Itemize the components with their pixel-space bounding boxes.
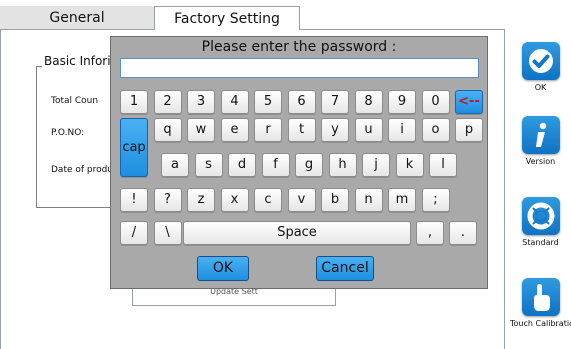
key-x[interactable]: x — [220, 188, 249, 212]
total-count-label: Total Coun — [51, 96, 99, 106]
ok-side-label: OK — [534, 83, 547, 92]
key-p[interactable]: p — [455, 118, 483, 142]
key-j[interactable]: j — [362, 153, 390, 177]
version-side-button[interactable]: Version — [510, 116, 571, 166]
key-f[interactable]: f — [261, 153, 290, 177]
key-3[interactable]: 3 — [187, 90, 215, 114]
key-e[interactable]: e — [220, 118, 249, 142]
dialog-title: Please enter the password : — [201, 39, 397, 55]
key-k[interactable]: k — [395, 153, 424, 177]
pointing-hand-icon — [521, 278, 560, 316]
key-9[interactable]: 9 — [388, 90, 416, 114]
key-o[interactable]: o — [421, 118, 450, 142]
password-input[interactable] — [120, 58, 479, 78]
key-exclaim[interactable]: ! — [120, 188, 148, 212]
key-n[interactable]: n — [354, 188, 383, 212]
lifebuoy-icon — [521, 197, 560, 235]
tab-factory-setting[interactable]: Factory Setting — [154, 6, 300, 30]
ok-side-button[interactable]: OK — [510, 42, 571, 92]
key-z[interactable]: z — [187, 188, 215, 212]
key-period[interactable]: . — [449, 221, 477, 245]
key-s[interactable]: s — [194, 153, 223, 177]
key-question[interactable]: ? — [153, 188, 182, 212]
key-cap[interactable]: cap — [120, 118, 148, 177]
key-6[interactable]: 6 — [287, 90, 316, 114]
key-4[interactable]: 4 — [220, 90, 249, 114]
key-a[interactable]: a — [161, 153, 189, 177]
key-u[interactable]: u — [354, 118, 383, 142]
date-of-production-label: Date of produ — [51, 165, 114, 175]
key-l[interactable]: l — [429, 153, 457, 177]
basic-information-title: Basic Infori — [42, 54, 113, 68]
key-y[interactable]: y — [321, 118, 349, 142]
key-semicolon[interactable]: ; — [421, 188, 450, 212]
ok-button[interactable]: OK — [197, 256, 249, 281]
touch-calibration-side-label: Touch Calibration — [510, 319, 571, 328]
check-icon — [521, 42, 560, 80]
info-icon — [521, 116, 560, 154]
key-7[interactable]: 7 — [321, 90, 349, 114]
key-1[interactable]: 1 — [120, 90, 148, 114]
key-8[interactable]: 8 — [354, 90, 383, 114]
key-2[interactable]: 2 — [153, 90, 182, 114]
key-slash[interactable]: / — [120, 221, 148, 245]
key-i[interactable]: i — [388, 118, 416, 142]
password-dialog: Please enter the password : 1 2 3 4 5 6 7 8 9 0 <-… — [110, 36, 488, 289]
tab-bar: General Factory Setting — [0, 0, 505, 30]
key-backslash[interactable]: \ — [153, 221, 182, 245]
key-q[interactable]: q — [153, 118, 182, 142]
po-no-label: P.O.NO: — [51, 128, 85, 138]
key-0[interactable]: 0 — [421, 90, 450, 114]
key-g[interactable]: g — [295, 153, 323, 177]
key-b[interactable]: b — [321, 188, 349, 212]
key-c[interactable]: c — [254, 188, 282, 212]
key-h[interactable]: h — [328, 153, 357, 177]
key-v[interactable]: v — [287, 188, 316, 212]
version-side-label: Version — [525, 157, 556, 166]
key-5[interactable]: 5 — [254, 90, 282, 114]
cancel-button[interactable]: Cancel — [316, 256, 374, 281]
key-w[interactable]: w — [187, 118, 215, 142]
key-comma[interactable]: , — [416, 221, 444, 245]
key-backspace[interactable]: <-- — [455, 90, 483, 114]
standard-side-button[interactable]: Standard — [510, 197, 571, 247]
key-d[interactable]: d — [228, 153, 256, 177]
key-t[interactable]: t — [287, 118, 316, 142]
standard-side-label: Standard — [522, 238, 559, 247]
key-m[interactable]: m — [388, 188, 416, 212]
tab-general[interactable]: General — [0, 6, 154, 30]
key-r[interactable]: r — [254, 118, 282, 142]
key-space[interactable]: Space — [183, 221, 411, 245]
touch-calibration-side-button[interactable]: Touch Calibration — [510, 278, 571, 328]
